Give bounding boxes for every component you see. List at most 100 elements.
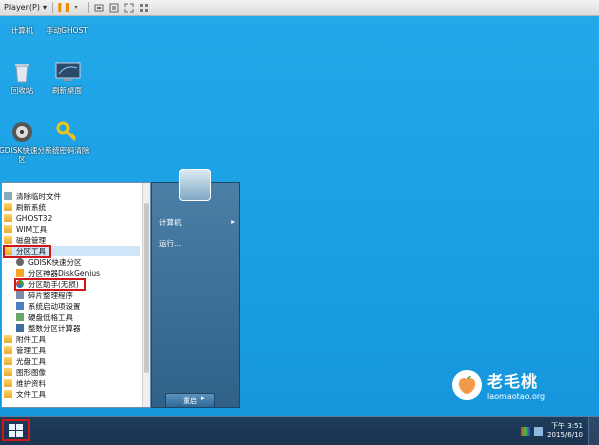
desktop-icon-label: GDISK快速分区 (0, 146, 45, 164)
folder-icon (4, 225, 12, 233)
menu-item-label: 文件工具 (16, 389, 46, 399)
clock-date: 2015/6/10 (547, 431, 583, 439)
chevron-right-icon[interactable]: ▸ (201, 394, 211, 405)
highlight-box-start-button (2, 419, 30, 441)
folder-icon (4, 379, 12, 387)
menu-item-label: 光盘工具 (16, 356, 46, 366)
folder-icon (4, 203, 12, 211)
desktop-icon-computer[interactable]: 计算机 (0, 16, 45, 35)
menu-item-clear-temp[interactable]: 清除临时文件 (4, 191, 61, 201)
start-menu-computer-label: 计算机 (159, 218, 182, 227)
desktop-icon-label: 计算机 (10, 26, 34, 35)
boot-icon (16, 302, 24, 310)
pause-icon[interactable]: ❚❚ (56, 2, 71, 13)
show-desktop-button[interactable] (588, 417, 599, 445)
taskbar: 下午 3:51 2015/6/10 (0, 416, 599, 445)
player-toolbar: Player(P) ▾ ❚❚ ▾ (0, 0, 599, 16)
menu-item-defrag[interactable]: 碎片整理程序 (16, 290, 73, 300)
chevron-down-icon[interactable]: ▾ (73, 2, 79, 13)
menu-item-low-format[interactable]: 硬盘低格工具 (16, 312, 73, 322)
start-menu-computer[interactable]: 计算机 ▸ (159, 217, 235, 228)
system-tray: 下午 3:51 2015/6/10 (521, 417, 599, 445)
menu-item-file-tools[interactable]: 文件工具 (4, 389, 46, 399)
desktop-icon-recycle-bin[interactable]: 回收站 (0, 60, 45, 95)
start-menu: 清除临时文件 刷新系统 GHOST32 WIM工具 磁盘管理 分区工具 GDIS… (1, 169, 240, 415)
menu-item-label: 图形图像 (16, 367, 46, 377)
start-menu-scrollbar[interactable] (142, 183, 150, 407)
toolbar-separator (51, 2, 53, 13)
chevron-down-icon: ▾ (42, 3, 47, 12)
menu-item-label: 整数分区计算器 (28, 323, 81, 333)
desktop-icon-manual-ghost[interactable]: 手动GHOST (44, 16, 90, 35)
desktop-icon-gdisk[interactable]: GDISK快速分区 (0, 120, 45, 164)
scrollbar-thumb[interactable] (144, 203, 149, 373)
menu-item-label: 管理工具 (16, 345, 46, 355)
hdd-icon (16, 313, 24, 321)
folder-icon (4, 236, 12, 244)
key-icon (55, 120, 79, 144)
menu-item-label: 硬盘低格工具 (28, 312, 73, 322)
player-menu-label: Player(P) (4, 3, 40, 12)
menu-item-label: 分区神器DiskGenius (28, 268, 101, 278)
menu-item-refresh-system[interactable]: 刷新系统 (4, 202, 46, 212)
fit-window-icon[interactable] (109, 2, 120, 13)
folder-icon (4, 390, 12, 398)
menu-item-boot-settings[interactable]: 系统启动项设置 (16, 301, 81, 311)
watermark-brand: 老毛桃 (487, 372, 539, 391)
gdisk-icon (10, 120, 34, 144)
desktop-icon-password-clear[interactable]: 系统密码清除 (44, 120, 90, 155)
menu-item-label: 维护资料 (16, 378, 46, 388)
calculator-icon (16, 324, 24, 332)
menu-item-label: 磁盘管理 (16, 235, 46, 245)
desktop-icon-label: 系统密码清除 (44, 146, 90, 155)
chevron-right-icon: ▸ (231, 217, 235, 226)
menu-item-label: 附件工具 (16, 334, 46, 344)
menu-item-diskgenius[interactable]: 分区神器DiskGenius (16, 268, 100, 278)
defrag-icon (16, 291, 24, 299)
start-menu-run[interactable]: 运行... (159, 238, 181, 249)
peach-logo-icon (452, 369, 482, 400)
diskgenius-icon (16, 269, 24, 277)
menu-item-label: 清除临时文件 (16, 191, 61, 201)
start-menu-right-pane: 计算机 ▸ 运行... (151, 182, 240, 408)
menu-item-partition-calculator[interactable]: 整数分区计算器 (16, 323, 81, 333)
folder-icon (4, 357, 12, 365)
display-icon[interactable] (521, 426, 531, 436)
recycle-bin-icon (10, 60, 34, 84)
menu-item-accessories[interactable]: 附件工具 (4, 334, 46, 344)
desktop-icon-refresh[interactable]: 刷新桌面 (44, 60, 90, 95)
start-menu-run-label: 运行... (159, 239, 182, 248)
menu-item-label: GHOST32 (16, 213, 53, 223)
folder-icon (4, 368, 12, 376)
gdisk-icon (16, 258, 24, 266)
folder-icon (4, 335, 12, 343)
menu-item-disk-management[interactable]: 磁盘管理 (4, 235, 46, 245)
player-menu[interactable]: Player(P) ▾ (4, 3, 47, 12)
laomaotao-watermark: 老毛桃 laomaotao.org (452, 368, 545, 401)
computer-icon (10, 16, 34, 24)
send-keys-icon[interactable] (94, 2, 105, 13)
desktop-icon-label: 回收站 (10, 86, 34, 95)
toolbar-separator (87, 2, 89, 13)
menu-item-graphics[interactable]: 图形图像 (4, 367, 46, 377)
menu-item-label: GDISK快速分区 (28, 257, 82, 267)
menu-item-disc-tools[interactable]: 光盘工具 (4, 356, 46, 366)
menu-item-label: 刷新系统 (16, 202, 46, 212)
menu-item-wim-tools[interactable]: WIM工具 (4, 224, 47, 234)
fullscreen-icon[interactable] (124, 2, 135, 13)
broom-icon (4, 192, 12, 200)
menu-item-ghost32[interactable]: GHOST32 (4, 213, 52, 223)
user-avatar (179, 169, 211, 201)
menu-item-gdisk[interactable]: GDISK快速分区 (16, 257, 81, 267)
watermark-url: laomaotao.org (487, 392, 546, 401)
desktop-icon-label: 刷新桌面 (52, 86, 82, 95)
folder-icon (4, 346, 12, 354)
folder-icon (4, 214, 12, 222)
network-icon[interactable] (534, 426, 544, 436)
menu-item-label: WIM工具 (16, 224, 48, 234)
menu-item-admin-tools[interactable]: 管理工具 (4, 345, 46, 355)
menu-item-maintenance[interactable]: 维护资料 (4, 378, 46, 388)
taskbar-clock[interactable]: 下午 3:51 2015/6/10 (547, 422, 583, 440)
unity-icon[interactable] (139, 2, 150, 13)
ghost-icon (55, 16, 79, 24)
